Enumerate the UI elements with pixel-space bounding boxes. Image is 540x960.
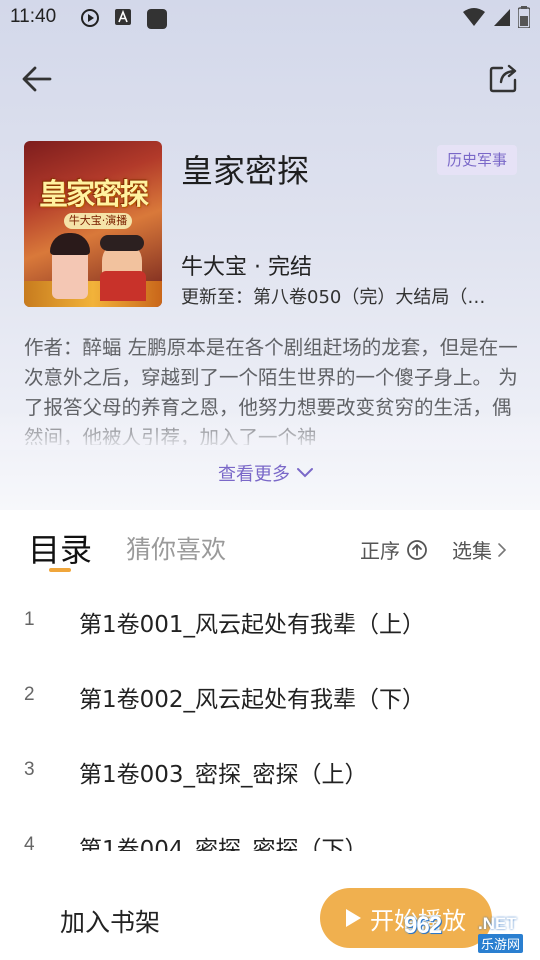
- chapter-number: 2: [24, 684, 35, 705]
- cover-character-robe: [100, 271, 146, 301]
- watermark-logo: 962: [404, 912, 442, 939]
- chapter-item[interactable]: 4 第1卷004_密探_密探（下）: [0, 810, 540, 851]
- category-badge[interactable]: 历史军事: [437, 145, 518, 175]
- media-play-icon: [81, 9, 99, 27]
- tab-recommend[interactable]: 猜你喜欢: [126, 530, 226, 566]
- chapter-title: 第1卷003_密探_密探（上）: [79, 762, 368, 788]
- cover-title: 皇家密探: [38, 177, 149, 211]
- see-more-label: 查看更多: [218, 464, 290, 485]
- select-episodes-button[interactable]: 选集: [452, 535, 508, 564]
- chapter-item[interactable]: 2 第1卷002_风云起处有我辈（下）: [0, 660, 540, 735]
- sort-arrow-icon: [407, 539, 427, 560]
- battery-icon: [518, 6, 530, 28]
- watermark-net: .NET: [478, 914, 517, 933]
- sort-button[interactable]: 正序: [360, 535, 428, 564]
- chapter-title: 第1卷001_风云起处有我辈（上）: [79, 612, 426, 638]
- chevron-right-icon: [498, 542, 507, 557]
- share-icon[interactable]: [488, 62, 520, 94]
- chapter-item[interactable]: 1 第1卷001_风云起处有我辈（上）: [0, 585, 540, 660]
- chapter-number: 1: [24, 609, 35, 630]
- play-icon: [346, 909, 361, 927]
- back-arrow-icon[interactable]: [20, 62, 54, 96]
- select-label: 选集: [452, 539, 492, 563]
- cover-character-hat: [100, 235, 144, 251]
- font-app-icon: [115, 9, 131, 25]
- tab-catalog[interactable]: 目录: [28, 525, 92, 571]
- watermark-sub: 乐游网: [478, 934, 524, 953]
- chapter-number: 4: [24, 834, 35, 851]
- add-to-shelf-button[interactable]: 加入书架: [60, 903, 160, 939]
- sort-label: 正序: [360, 539, 400, 563]
- book-title: 皇家密探: [181, 152, 310, 190]
- chapter-list: 1 第1卷001_风云起处有我辈（上） 2 第1卷002_风云起处有我辈（下） …: [0, 585, 540, 851]
- chapter-title: 第1卷004_密探_密探（下）: [79, 837, 368, 851]
- cover-subtitle: 牛大宝·演播: [64, 213, 132, 229]
- update-status: 更新至：第八卷050（完）大结局（下）: [181, 287, 501, 308]
- synopsis-fade: [0, 414, 540, 450]
- see-more-button[interactable]: 查看更多: [218, 460, 314, 486]
- chapter-item[interactable]: 3 第1卷003_密探_密探（上）: [0, 735, 540, 810]
- status-right-icons: [462, 6, 530, 28]
- signal-icon: [494, 9, 510, 26]
- chapter-number: 3: [24, 759, 35, 780]
- author-status[interactable]: 牛大宝 · 完结: [181, 249, 312, 281]
- book-cover[interactable]: 皇家密探 牛大宝·演播: [24, 141, 162, 307]
- chevron-down-icon: [297, 468, 313, 478]
- status-bar: 11:40: [0, 0, 540, 36]
- chapter-title: 第1卷002_风云起处有我辈（下）: [79, 687, 426, 713]
- cover-character-hair: [50, 233, 90, 255]
- app-square-icon: [147, 9, 167, 29]
- tab-active-indicator: [49, 568, 71, 572]
- wifi-icon: [463, 8, 485, 26]
- status-time: 11:40: [10, 6, 57, 27]
